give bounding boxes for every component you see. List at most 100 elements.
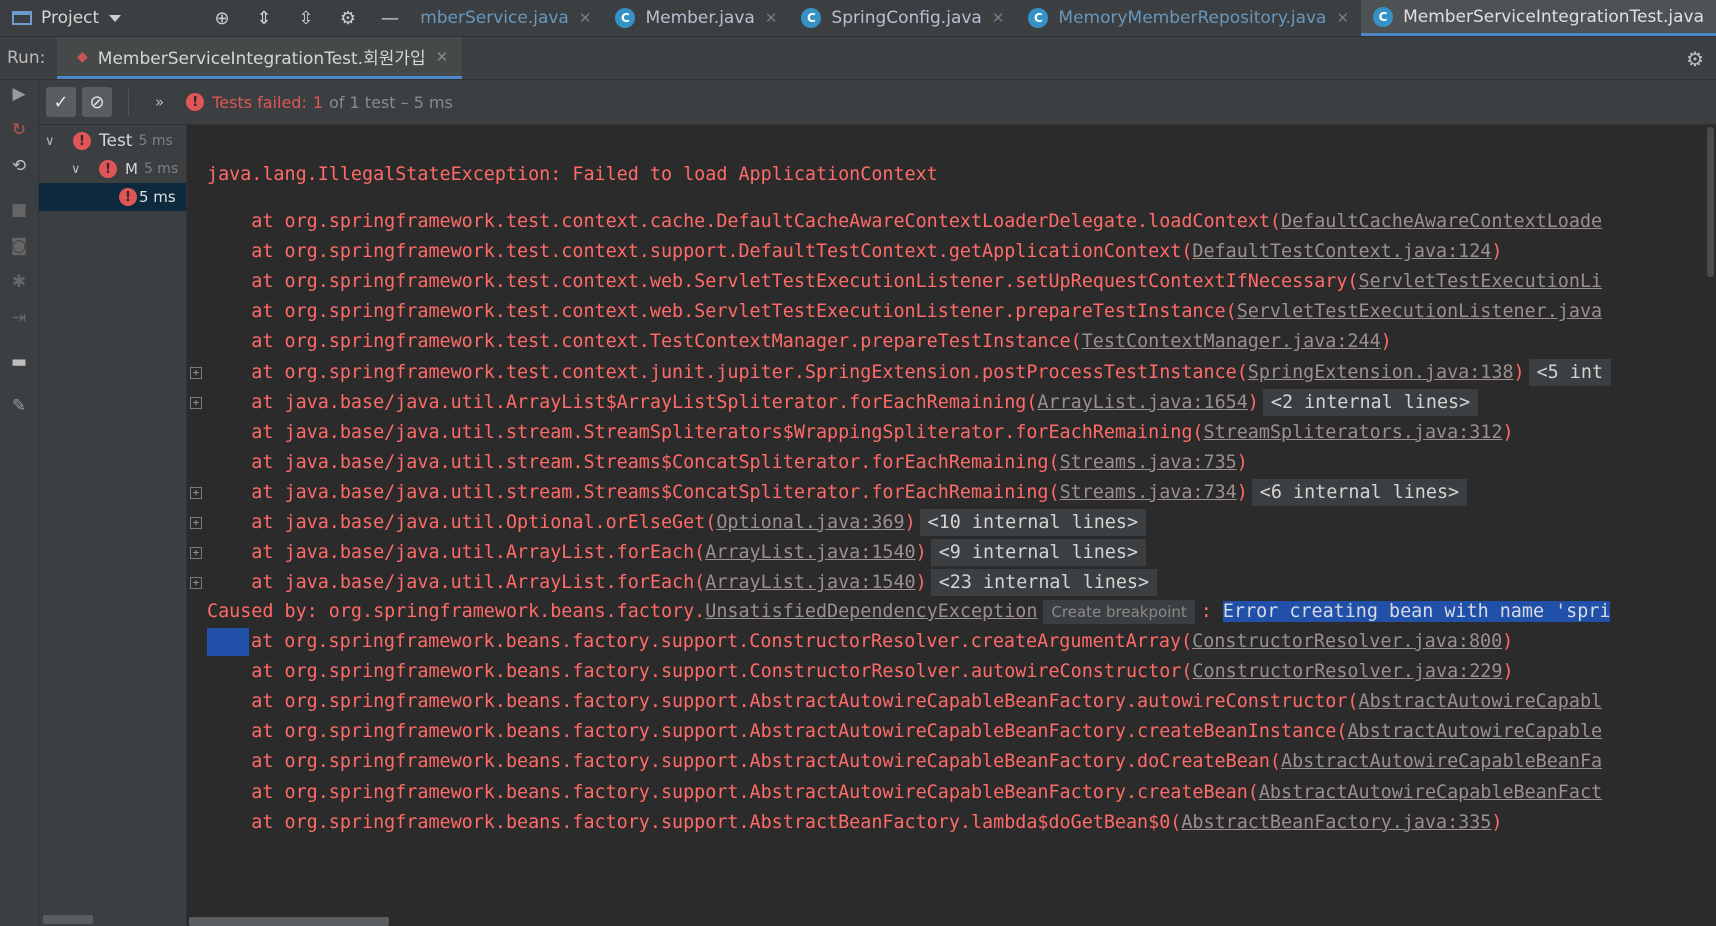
console-output[interactable]: java.lang.IllegalStateException: Failed … <box>187 125 1716 926</box>
chevron-down-icon[interactable]: ∨ <box>71 162 85 177</box>
internal-lines-fold[interactable]: <23 internal lines> <box>930 569 1158 597</box>
gear-icon[interactable]: ⚙ <box>338 8 358 29</box>
tab-member-service-integration-test[interactable]: C MemberServiceIntegrationTest.java <box>1361 0 1716 36</box>
close-icon[interactable]: ✕ <box>992 9 1005 27</box>
toggle-auto-test-icon[interactable]: ⟲ <box>9 156 29 176</box>
stack-trace-line: at java.base/java.util.stream.Streams$Co… <box>207 448 1248 478</box>
source-link[interactable]: AbstractAutowireCapabl <box>1359 691 1603 712</box>
tab-member[interactable]: C Member.java ✕ <box>603 0 789 36</box>
chevron-down-icon <box>109 14 122 22</box>
source-link[interactable]: AbstractAutowireCapable <box>1347 721 1602 742</box>
tree-node-label: M <box>125 160 138 178</box>
close-icon[interactable]: ✕ <box>765 9 778 27</box>
source-link[interactable]: TestContextManager.java:244 <box>1082 331 1381 352</box>
stack-trace-line: at java.base/java.util.ArrayList$ArrayLi… <box>207 388 1479 418</box>
expand-fold-icon[interactable]: + <box>190 577 202 590</box>
expand-fold-icon[interactable]: + <box>190 396 202 409</box>
source-link[interactable]: ArrayList.java:1540 <box>705 542 915 563</box>
stack-frame-tail: ) <box>1513 361 1525 383</box>
scrollbar-thumb[interactable] <box>1707 127 1714 277</box>
source-link[interactable]: DefaultCacheAwareContextLoade <box>1281 211 1602 232</box>
close-icon[interactable]: ✕ <box>436 48 449 66</box>
stack-trace-line: at org.springframework.test.context.web.… <box>207 267 1602 297</box>
tree-node-duration: 5 ms <box>143 161 179 177</box>
exception-class-link[interactable]: UnsatisfiedDependencyException <box>705 601 1037 622</box>
internal-lines-fold[interactable]: <9 internal lines> <box>930 539 1147 567</box>
tree-node-duration: 5 ms <box>138 133 173 149</box>
close-icon[interactable]: ✕ <box>1336 9 1349 27</box>
internal-lines-fold[interactable]: <6 internal lines> <box>1251 478 1468 506</box>
expand-fold-icon[interactable]: + <box>190 547 202 560</box>
source-link[interactable]: Streams.java:735 <box>1060 452 1237 473</box>
expand-fold-icon[interactable]: + <box>190 486 202 499</box>
test-tree: ∨ ! Test 5 ms ∨ ! M 5 ms ! 5 ms <box>39 125 187 926</box>
horizontal-scrollbar[interactable] <box>43 915 93 924</box>
more-actions-icon[interactable]: » <box>155 93 164 111</box>
exit-icon[interactable]: ⇥ <box>9 308 29 328</box>
layout-icon[interactable]: ▬ <box>9 352 29 372</box>
internal-lines-fold[interactable]: <5 int <box>1528 358 1612 386</box>
tree-node-duration: 5 ms <box>139 188 176 206</box>
stack-frame-text: at org.springframework.test.context.cach… <box>207 211 1281 232</box>
source-link[interactable]: AbstractAutowireCapableBeanFact <box>1259 782 1602 803</box>
internal-lines-fold[interactable]: <2 internal lines> <box>1262 388 1479 416</box>
debug-icon[interactable]: ✱ <box>9 272 29 292</box>
run-icon[interactable]: ▶ <box>9 84 29 104</box>
tree-node-selected-test[interactable]: ! 5 ms <box>39 183 186 211</box>
camera-icon[interactable]: ◙ <box>9 236 29 256</box>
tree-node-label: Test <box>99 131 133 151</box>
pin-icon[interactable]: ✎ <box>9 396 29 416</box>
expand-fold-icon[interactable]: + <box>190 517 202 529</box>
run-tool-window-header: Run: ◆ MemberServiceIntegrationTest.회원가입… <box>0 37 1716 80</box>
stack-frame-text: at org.springframework.beans.factory.sup… <box>207 811 1182 833</box>
class-icon: C <box>1373 6 1394 27</box>
close-icon[interactable]: ✕ <box>579 9 592 27</box>
source-link[interactable]: ArrayList.java:1540 <box>705 572 915 593</box>
tab-memory-member-repository[interactable]: C MemoryMemberRepository.java ✕ <box>1016 0 1361 36</box>
stack-frame-text: at org.springframework.beans.factory.sup… <box>207 751 1281 773</box>
stack-frame-tail: ) <box>1502 421 1514 443</box>
run-config-tab[interactable]: ◆ MemberServiceIntegrationTest.회원가입 ✕ <box>57 37 463 79</box>
vertical-scrollbar[interactable] <box>1704 125 1716 926</box>
source-link[interactable]: ArrayList.java:1654 <box>1037 392 1247 413</box>
error-icon: ! <box>119 188 137 206</box>
rerun-failed-icon[interactable]: ↻ <box>9 120 29 140</box>
stop-icon[interactable]: ■ <box>9 200 29 220</box>
source-link[interactable]: Optional.java:369 <box>716 512 904 533</box>
tree-node-member-test[interactable]: ∨ ! M 5 ms <box>39 155 186 183</box>
stack-trace-line: at org.springframework.beans.factory.sup… <box>207 657 1513 687</box>
source-link[interactable]: AbstractBeanFactory.java:335 <box>1181 812 1491 833</box>
source-link[interactable]: DefaultTestContext.java:124 <box>1192 241 1491 262</box>
source-link[interactable]: SpringExtension.java:138 <box>1248 362 1514 383</box>
stack-frame-text: at org.springframework.test.context.web.… <box>207 301 1237 323</box>
stack-trace-line: at org.springframework.test.context.cach… <box>207 207 1602 237</box>
tab-spring-config[interactable]: C SpringConfig.java ✕ <box>789 0 1016 36</box>
stack-frame-tail: ) <box>1491 241 1503 263</box>
project-dropdown[interactable]: Project <box>0 0 212 36</box>
source-link[interactable]: ConstructorResolver.java:229 <box>1192 661 1502 682</box>
stack-frame-text: at org.springframework.beans.factory.sup… <box>251 631 1193 652</box>
hide-panel-icon[interactable]: — <box>380 8 400 29</box>
tab-member-service[interactable]: mberService.java ✕ <box>410 0 603 36</box>
chevron-down-icon[interactable]: ∨ <box>45 134 59 149</box>
locate-target-icon[interactable]: ⊕ <box>212 8 232 29</box>
source-link[interactable]: ConstructorResolver.java:800 <box>1192 631 1502 652</box>
source-link[interactable]: StreamSpliterators.java:312 <box>1204 422 1503 443</box>
internal-lines-fold[interactable]: <10 internal lines> <box>919 509 1147 536</box>
source-link[interactable]: ServletTestExecutionLi <box>1359 271 1603 292</box>
collapse-all-icon[interactable]: ⇳ <box>296 8 316 29</box>
create-breakpoint-button[interactable]: Create breakpoint <box>1043 600 1195 624</box>
expand-all-icon[interactable]: ⇕ <box>254 8 274 29</box>
source-link[interactable]: Streams.java:734 <box>1060 482 1237 503</box>
show-passed-toggle[interactable]: ✓ <box>46 87 76 117</box>
stack-frame-tail: ) <box>1247 391 1259 413</box>
source-link[interactable]: ServletTestExecutionListener.java <box>1237 301 1602 322</box>
show-ignored-toggle[interactable]: ⊘ <box>82 87 112 117</box>
toolbar-divider <box>128 89 129 115</box>
tree-node-test[interactable]: ∨ ! Test 5 ms <box>39 127 186 155</box>
source-link[interactable]: AbstractAutowireCapableBeanFa <box>1281 751 1602 772</box>
expand-fold-icon[interactable]: + <box>190 366 202 379</box>
stack-trace-line: at org.springframework.test.context.Test… <box>207 327 1391 357</box>
horizontal-scrollbar[interactable] <box>189 917 389 926</box>
gear-icon[interactable]: ⚙ <box>1686 47 1704 71</box>
